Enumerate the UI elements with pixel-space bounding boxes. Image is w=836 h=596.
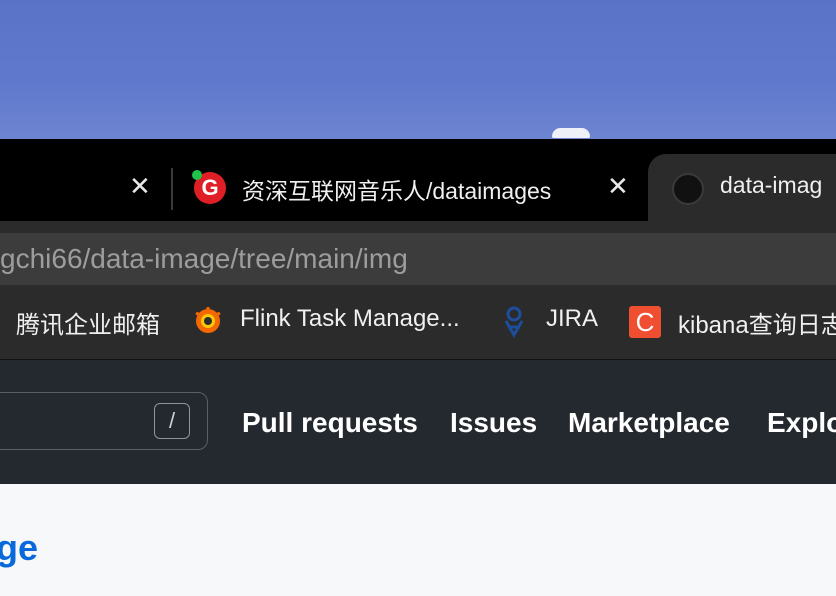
bookmark-flink[interactable]: Flink Task Manage... [240, 305, 460, 333]
tab-previous[interactable]: ✕ [0, 139, 170, 221]
repo-name-link[interactable]: ge [0, 527, 38, 569]
bookmark-jira[interactable]: JIRA [546, 305, 598, 333]
address-url: gchi66/data-image/tree/main/img [0, 243, 408, 274]
nav-marketplace[interactable]: Marketplace [568, 407, 730, 439]
desktop-wallpaper [0, 0, 836, 139]
kibana-icon: C [629, 306, 661, 338]
repo-main [0, 484, 836, 596]
bookmark-kibana[interactable]: kibana查询日志 [678, 305, 836, 340]
tab-active-label: data-imag [720, 139, 836, 221]
search-shortcut-key: / [154, 403, 190, 439]
grafana-icon [195, 307, 221, 333]
github-icon [672, 173, 704, 205]
nav-pull-requests[interactable]: Pull requests [242, 407, 418, 439]
jira-icon [504, 306, 524, 339]
bookmark-tencent-mail[interactable]: 腾讯企业邮箱 [16, 305, 160, 340]
tab-dataimages[interactable]: 资深互联网音乐人/dataimages ✕ [172, 139, 648, 221]
nav-explore[interactable]: Explore [767, 407, 836, 439]
gitee-favicon-icon: G [192, 170, 226, 204]
address-bar[interactable]: gchi66/data-image/tree/main/img [0, 233, 836, 285]
tab-close-icon[interactable]: ✕ [607, 173, 629, 199]
svg-text:C: C [636, 307, 655, 337]
tab-title-active: data-imag [720, 172, 823, 198]
wallpaper-cloud [552, 128, 590, 138]
bookmarks-bar: 腾讯企业邮箱 Flink Task Manage... JIRA C kiban… [0, 287, 836, 360]
tab-close-icon[interactable]: ✕ [129, 173, 151, 199]
tab-title: 资深互联网音乐人/dataimages [242, 178, 552, 204]
nav-issues[interactable]: Issues [450, 407, 537, 439]
